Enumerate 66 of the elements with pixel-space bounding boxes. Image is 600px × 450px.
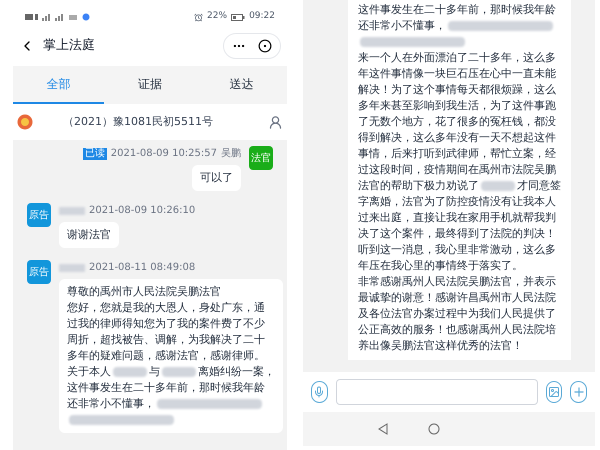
emblem-icon — [17, 114, 33, 130]
message-text: 关于本人 — [67, 364, 111, 380]
message-text: 来一个人在外面漂泊了二十多年，这么多 — [358, 50, 556, 66]
blurred-text — [113, 367, 147, 377]
blurred-text — [481, 181, 515, 191]
message-text: 及各位法官办案过程中为我们人民提供了 — [358, 306, 556, 322]
image-button[interactable] — [546, 381, 562, 403]
voice-button[interactable] — [311, 381, 328, 403]
message-text: 听到这一消息，我心里非常激动，这么多 — [358, 242, 556, 258]
message-text: 这件事发生在二十多年前，那时候我年龄 — [358, 2, 556, 18]
message-text: 多年的疑难问题，感谢法官，感谢律师。 — [67, 348, 265, 364]
message-text: 年这件事情像一块巨石压在心中一直未能 — [358, 66, 556, 82]
message-text: 得到解决，这么多年没有一天不想起这件 — [358, 130, 556, 146]
message-text: 还非常小不懂事， — [67, 396, 155, 412]
message-text: 尊敬的禹州市人民法院吴鹏法官 — [67, 284, 221, 300]
message-text: 公正高效的服务！也感谢禹州人民法院培 — [358, 322, 556, 338]
message-text: 谢谢法官 — [67, 226, 111, 243]
message-text: 养出像吴鹏法官这样优秀的法官！ — [358, 338, 523, 354]
sender-name: 吴鹏 — [221, 147, 241, 161]
add-button[interactable] — [570, 381, 588, 403]
blurred-text — [59, 264, 85, 272]
battery-icon — [231, 14, 246, 20]
message-text: 非常感谢禹州人民法院吴鹏法官，并表示 — [358, 274, 556, 290]
home-nav-icon[interactable] — [428, 423, 440, 435]
blurred-text — [59, 206, 85, 214]
clock-time: 09:22 — [249, 10, 275, 24]
user-icon[interactable] — [268, 114, 283, 130]
message-text: 这件事发生在二十多年前，那时候我年龄 — [67, 380, 265, 396]
image-icon — [548, 386, 560, 398]
message-text: 决了这个案件，最终得到了法院的判决！ — [358, 226, 556, 242]
read-badge: 已读 — [82, 148, 107, 160]
message-text: 才同意签 — [517, 178, 561, 194]
message-time: 2021-08-09 10:26:10 — [89, 204, 196, 218]
message-input[interactable] — [336, 379, 538, 405]
message-text: 了无数个地方，花了很多的冤枉钱，都没 — [358, 114, 556, 130]
message-text: 年压在我心里的事情终于落实了。 — [358, 258, 523, 274]
message-text: 过我的律师得知您为了我的案件费了不少 — [67, 316, 265, 332]
message-text: 解决！为了这个事情每天都很烦躁，这么 — [358, 82, 556, 98]
alarm-icon — [194, 12, 204, 22]
tab[interactable]: 送达 — [196, 66, 287, 104]
message-text: 过来出庭，直接让我在家用手机就帮我判 — [358, 210, 556, 226]
blurred-text — [162, 367, 196, 377]
message-text: 您好，您就是我的大恩人，身处广东，通 — [67, 300, 265, 316]
back-nav-icon[interactable] — [378, 423, 388, 435]
role-avatar: 法官 — [249, 146, 273, 170]
message-text: 周折，超找被告、调解，为我解决了二十 — [67, 332, 265, 348]
message-text: 与 — [149, 364, 160, 380]
battery-percent: 22% — [207, 10, 228, 24]
message-text: 可以了 — [200, 170, 233, 186]
case-number: （2021）豫1081民初5511号 — [63, 114, 213, 130]
message-time: 2021-08-11 08:49:08 — [89, 261, 196, 275]
plus-icon — [572, 385, 586, 399]
page-title: 掌上法庭 — [43, 37, 95, 56]
message-text: 离婚纠纷一案， — [198, 364, 275, 380]
message-text: 多年来甚至影响到我生活，为了这件事跑 — [358, 98, 556, 114]
message-time: 2021-08-09 10:25:57 — [110, 147, 217, 161]
message-text: 过这段时间，疫情期间在禹州市法院吴鹏 — [358, 162, 556, 178]
message-text: 法官的帮助下极力劝说了 — [358, 178, 479, 194]
message-text: 还非常小不懂事， — [358, 18, 446, 34]
tab[interactable]: 证据 — [104, 66, 196, 104]
message-text: 事情，后来打听到武律师，帮忙立案，经 — [358, 146, 556, 162]
microphone-icon — [313, 386, 326, 398]
role-avatar: 原告 — [27, 260, 51, 284]
role-avatar: 原告 — [27, 203, 51, 227]
message-text: 字离婚，法官为了防控疫情没有让我本人 — [358, 194, 556, 210]
message-text: 最诚挚的谢意！感谢许昌禹州市人民法院 — [358, 290, 556, 306]
